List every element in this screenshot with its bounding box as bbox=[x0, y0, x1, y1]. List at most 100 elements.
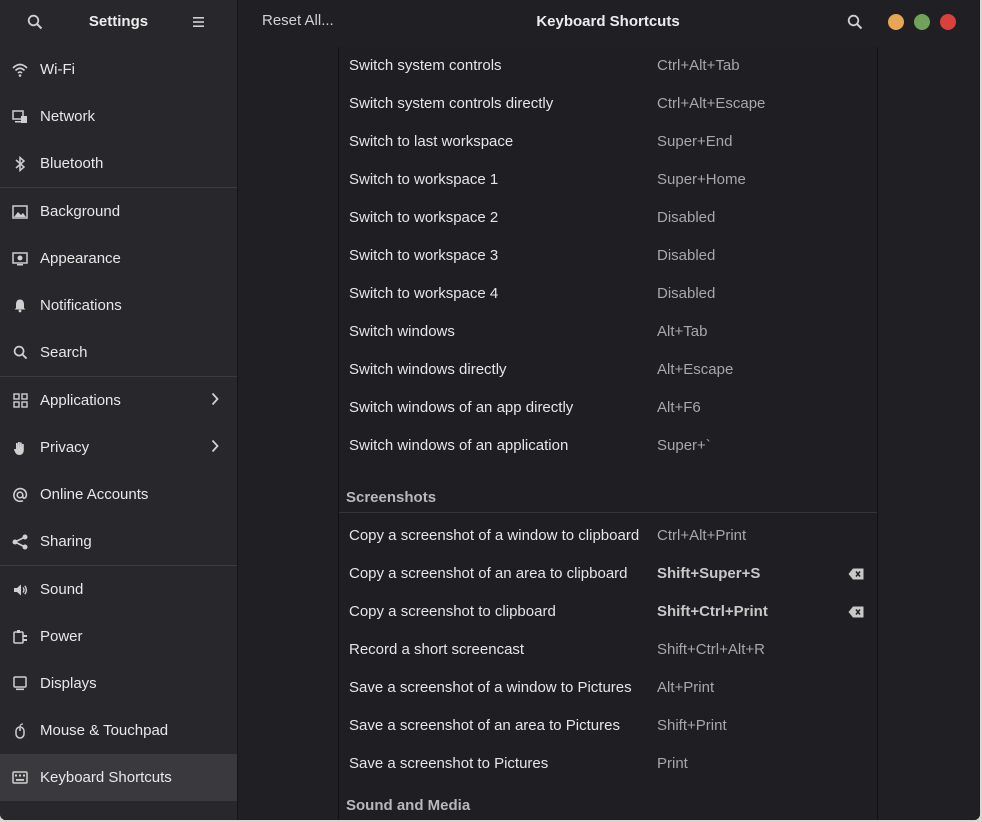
shortcut-row[interactable]: Save a screenshot to Pictures Print bbox=[339, 740, 877, 778]
sidebar-item-mouse-touchpad[interactable]: Mouse & Touchpad bbox=[0, 707, 237, 754]
shortcut-row[interactable]: Record a short screencast Shift+Ctrl+Alt+… bbox=[339, 626, 877, 664]
reset-all-button[interactable]: Reset All... bbox=[262, 12, 334, 29]
minimize-button[interactable] bbox=[888, 14, 904, 30]
sidebar-item-keyboard-shortcuts[interactable]: Keyboard Shortcuts bbox=[0, 754, 237, 801]
sidebar-item-label: Keyboard Shortcuts bbox=[40, 769, 172, 786]
shortcut-accel: Disabled bbox=[657, 247, 716, 264]
speaker-icon bbox=[0, 583, 40, 597]
plug-icon bbox=[0, 629, 40, 645]
close-button[interactable] bbox=[940, 14, 956, 30]
bell-icon bbox=[0, 298, 40, 313]
sidebar-item-sharing[interactable]: Sharing bbox=[0, 518, 237, 565]
shortcut-row[interactable]: Save a screenshot of a window to Picture… bbox=[339, 664, 877, 702]
sidebar-item-notifications[interactable]: Notifications bbox=[0, 282, 237, 329]
sidebar-item-label: Sound bbox=[40, 581, 84, 598]
menu-button[interactable] bbox=[182, 5, 216, 39]
share-icon bbox=[0, 534, 40, 550]
shortcut-accel: Ctrl+Alt+Tab bbox=[657, 57, 740, 74]
shortcut-row[interactable]: Switch system controls Ctrl+Alt+Tab bbox=[339, 42, 877, 80]
sidebar-item-network[interactable]: Network bbox=[0, 93, 237, 140]
page-title: Keyboard Shortcuts bbox=[536, 13, 680, 30]
sidebar-item-label: Mouse & Touchpad bbox=[40, 722, 169, 739]
shortcut-accel: Super+Home bbox=[657, 171, 746, 188]
sidebar-item-bluetooth[interactable]: Bluetooth bbox=[0, 140, 237, 187]
network-icon bbox=[0, 109, 40, 125]
shortcut-row[interactable]: Switch to workspace 1 Super+Home bbox=[339, 156, 877, 194]
sidebar-item-displays[interactable]: Displays bbox=[0, 660, 237, 707]
section-title-sound-media: Sound and Media bbox=[346, 797, 471, 814]
sidebar-item-search[interactable]: Search bbox=[0, 329, 237, 376]
shortcut-row[interactable]: Switch windows of an app directly Alt+F6 bbox=[339, 384, 877, 422]
background-icon bbox=[0, 204, 40, 219]
settings-window: Settings Wi-Fi Network Bluetooth Backgro… bbox=[0, 0, 980, 820]
sidebar-item-online-accounts[interactable]: Online Accounts bbox=[0, 471, 237, 518]
shortcut-row[interactable]: Switch to last workspace Super+End bbox=[339, 118, 877, 156]
shortcut-name: Switch to workspace 4 bbox=[349, 285, 499, 302]
monitor-icon bbox=[0, 676, 40, 691]
shortcut-row[interactable]: Switch windows of an application Super+` bbox=[339, 422, 877, 460]
shortcut-accel: Alt+F6 bbox=[657, 399, 701, 416]
shortcut-list: Switch system controls Ctrl+Alt+Tab Switc… bbox=[338, 47, 878, 820]
shortcut-accel: Print bbox=[657, 755, 688, 772]
reset-shortcut-button[interactable] bbox=[846, 602, 866, 622]
shortcut-row[interactable]: Switch windows Alt+Tab bbox=[339, 308, 877, 346]
search-icon bbox=[847, 14, 863, 30]
chevron-right-icon bbox=[211, 439, 219, 453]
content-margin-right bbox=[877, 44, 980, 820]
shortcut-row[interactable]: Save a screenshot of an area to Pictures… bbox=[339, 702, 877, 740]
shortcut-name: Save a screenshot of a window to Picture… bbox=[349, 679, 632, 696]
shortcut-name: Switch windows of an application bbox=[349, 437, 569, 454]
shortcut-accel: Alt+Print bbox=[657, 679, 715, 696]
sidebar-item-power[interactable]: Power bbox=[0, 613, 237, 660]
sidebar-item-applications[interactable]: Applications bbox=[0, 377, 237, 424]
shortcut-accel: Alt+Escape bbox=[657, 361, 734, 378]
keyboard-icon bbox=[0, 771, 40, 784]
bluetooth-icon bbox=[0, 155, 40, 172]
shortcut-row[interactable]: Copy a screenshot of a window to clipboa… bbox=[339, 512, 877, 550]
shortcut-accel: Super+` bbox=[657, 437, 711, 454]
shortcut-row[interactable]: Switch to workspace 2 Disabled bbox=[339, 194, 877, 232]
shortcut-name: Switch to last workspace bbox=[349, 133, 514, 150]
mouse-icon bbox=[0, 722, 40, 739]
sidebar-item-label: Online Accounts bbox=[40, 486, 149, 503]
sidebar-item-background[interactable]: Background bbox=[0, 188, 237, 235]
shortcut-accel: Ctrl+Alt+Print bbox=[657, 527, 747, 544]
sidebar-item-wifi[interactable]: Wi-Fi bbox=[0, 46, 237, 93]
shortcut-name: Copy a screenshot of a window to clipboa… bbox=[349, 527, 640, 544]
shortcut-row[interactable]: Copy a screenshot to clipboard Shift+Ctrl… bbox=[339, 588, 877, 626]
sidebar-item-appearance[interactable]: Appearance bbox=[0, 235, 237, 282]
shortcut-name: Switch windows bbox=[349, 323, 455, 340]
sidebar: Settings Wi-Fi Network Bluetooth Backgro… bbox=[0, 0, 238, 820]
shortcut-name: Switch system controls bbox=[349, 57, 502, 74]
grid-icon bbox=[0, 393, 40, 408]
shortcut-row[interactable]: Switch system controls directly Ctrl+Alt+… bbox=[339, 80, 877, 118]
backspace-icon bbox=[848, 568, 864, 580]
shortcut-row[interactable]: Switch to workspace 4 Disabled bbox=[339, 270, 877, 308]
sidebar-item-label: Background bbox=[40, 203, 121, 220]
sidebar-item-label: Network bbox=[40, 108, 96, 125]
shortcut-row[interactable]: Copy a screenshot of an area to clipboar… bbox=[339, 550, 877, 588]
sidebar-nav: Wi-Fi Network Bluetooth Background Appea… bbox=[0, 46, 237, 801]
shortcut-accel: Disabled bbox=[657, 285, 716, 302]
shortcut-row[interactable]: Switch to workspace 3 Disabled bbox=[339, 232, 877, 270]
sidebar-item-label: Applications bbox=[40, 392, 121, 409]
hamburger-menu-icon bbox=[193, 17, 204, 27]
sidebar-item-privacy[interactable]: Privacy bbox=[0, 424, 237, 471]
sidebar-item-label: Privacy bbox=[40, 439, 90, 456]
shortcut-name: Save a screenshot to Pictures bbox=[349, 755, 549, 772]
shortcut-accel: Alt+Tab bbox=[657, 323, 708, 340]
shortcut-name: Switch system controls directly bbox=[349, 95, 554, 112]
shortcut-row[interactable]: Switch windows directly Alt+Escape bbox=[339, 346, 877, 384]
shortcut-name: Switch to workspace 1 bbox=[349, 171, 499, 188]
search-button[interactable] bbox=[840, 7, 870, 37]
maximize-button[interactable] bbox=[914, 14, 930, 30]
shortcut-name: Save a screenshot of an area to Pictures bbox=[349, 717, 620, 734]
appearance-icon bbox=[0, 251, 40, 266]
at-icon bbox=[0, 487, 40, 503]
sidebar-item-sound[interactable]: Sound bbox=[0, 566, 237, 613]
shortcut-accel: Shift+Super+S bbox=[657, 565, 761, 582]
content-margin-left bbox=[238, 44, 338, 820]
sidebar-item-label: Notifications bbox=[40, 297, 122, 314]
reset-shortcut-button[interactable] bbox=[846, 564, 866, 584]
search-icon bbox=[0, 345, 40, 360]
